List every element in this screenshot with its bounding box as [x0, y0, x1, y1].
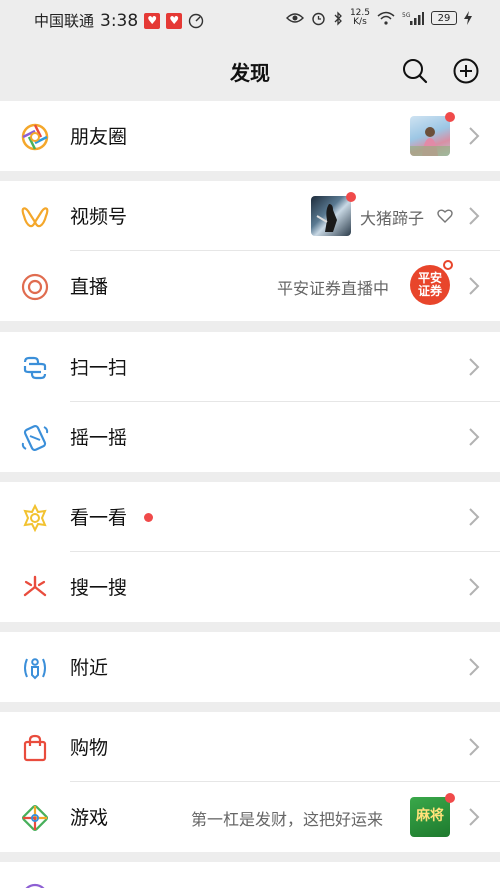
- bluetooth-icon: [334, 10, 342, 26]
- moments-unread-dot: [445, 112, 455, 122]
- shopping-bag-icon: [23, 734, 47, 762]
- add-icon[interactable]: [451, 56, 481, 86]
- scan-row[interactable]: 扫一扫: [0, 332, 500, 402]
- channels-label: 视频号: [70, 206, 128, 228]
- section-next-partial: [0, 862, 500, 888]
- chevron-right-icon: [469, 127, 480, 145]
- search-row[interactable]: 搜一搜: [0, 552, 500, 622]
- scan-icon: [23, 356, 47, 380]
- nav-header: 发现: [0, 42, 500, 100]
- battery-indicator: 29: [431, 11, 457, 25]
- top-stories-unread-dot: [144, 513, 153, 522]
- section-stories-search: 看一看 搜一搜: [0, 482, 500, 622]
- scan-label: 扫一扫: [70, 357, 128, 379]
- shake-icon: [21, 424, 49, 452]
- search-icon[interactable]: [400, 56, 430, 86]
- live-broadcast-icon: [21, 273, 49, 301]
- cellular-signal-icon: 5G: [402, 11, 424, 25]
- section-shopping-games: 购物 游戏 第一杠是发财，这把好运来 麻将: [0, 712, 500, 852]
- shopping-row[interactable]: 购物: [0, 712, 500, 782]
- section-channels-live: 视频号 大猪蹄子 直播 平安证券直播中 平安 证券: [0, 181, 500, 321]
- clock: 3:38: [100, 10, 139, 31]
- moments-label: 朋友圈: [70, 126, 128, 148]
- alarm-icon: [312, 12, 325, 25]
- nearby-row[interactable]: 附近: [0, 632, 500, 702]
- live-host-logo: 平安 证券: [410, 265, 450, 305]
- chevron-right-icon: [469, 207, 480, 225]
- channels-unread-dot: [346, 192, 356, 202]
- chevron-right-icon: [469, 277, 480, 295]
- shake-row[interactable]: 摇一摇: [0, 402, 500, 472]
- svg-text:5G: 5G: [402, 12, 411, 19]
- section-moments: 朋友圈: [0, 101, 500, 171]
- carrier-name: 中国联通: [34, 12, 95, 30]
- live-status-text: 平安证券直播中: [277, 279, 390, 298]
- network-speed: 12.5 K/s: [349, 8, 370, 27]
- channels-account-name: 大猪蹄子: [360, 209, 425, 228]
- search-feature-icon: [23, 575, 47, 597]
- shake-label: 摇一摇: [70, 427, 128, 449]
- top-stories-row[interactable]: 看一看: [0, 482, 500, 552]
- moments-aperture-icon: [21, 123, 49, 151]
- search-label: 搜一搜: [70, 577, 128, 599]
- notification-app-icon: ♥: [144, 12, 161, 29]
- heart-icon: [437, 209, 453, 223]
- chevron-right-icon: [469, 428, 480, 446]
- notification-app-icon: ♥: [166, 12, 183, 29]
- chevron-right-icon: [469, 358, 480, 376]
- top-stories-label: 看一看: [70, 507, 128, 529]
- moments-latest-thumbnail: [410, 116, 450, 156]
- chevron-right-icon: [469, 658, 480, 676]
- status-bar: 中国联通 3:38 ♥ ♥ 12.5 K/s 5G 29: [0, 0, 500, 42]
- games-app-icon: 麻将: [410, 797, 450, 837]
- live-label: 直播: [70, 276, 109, 298]
- games-label: 游戏: [70, 807, 109, 829]
- channels-row[interactable]: 视频号 大猪蹄子: [0, 181, 500, 251]
- mini-programs-icon: [25, 883, 45, 888]
- section-nearby: 附近: [0, 632, 500, 702]
- charging-icon: [464, 11, 472, 25]
- top-stories-icon: [23, 503, 47, 533]
- chevron-right-icon: [469, 808, 480, 826]
- shopping-label: 购物: [70, 737, 109, 759]
- chevron-right-icon: [469, 738, 480, 756]
- moments-row[interactable]: 朋友圈: [0, 101, 500, 171]
- chevron-right-icon: [469, 578, 480, 596]
- section-scan-shake: 扫一扫 摇一摇: [0, 332, 500, 472]
- eye-icon: [285, 13, 304, 23]
- nearby-icon: [24, 658, 46, 680]
- chevron-right-icon: [469, 508, 480, 526]
- channels-avatar: [311, 196, 351, 236]
- games-promo-text: 第一杠是发财，这把好运来: [191, 810, 384, 829]
- speedometer-icon: [189, 13, 204, 28]
- games-unread-dot: [445, 793, 455, 803]
- games-icon: [22, 805, 48, 831]
- nearby-label: 附近: [70, 657, 109, 679]
- wifi-icon: [377, 11, 395, 25]
- games-row[interactable]: 游戏 第一杠是发财，这把好运来 麻将: [0, 782, 500, 852]
- live-row[interactable]: 直播 平安证券直播中 平安 证券: [0, 251, 500, 321]
- channels-icon: [21, 207, 49, 228]
- live-indicator-dot: [443, 260, 453, 270]
